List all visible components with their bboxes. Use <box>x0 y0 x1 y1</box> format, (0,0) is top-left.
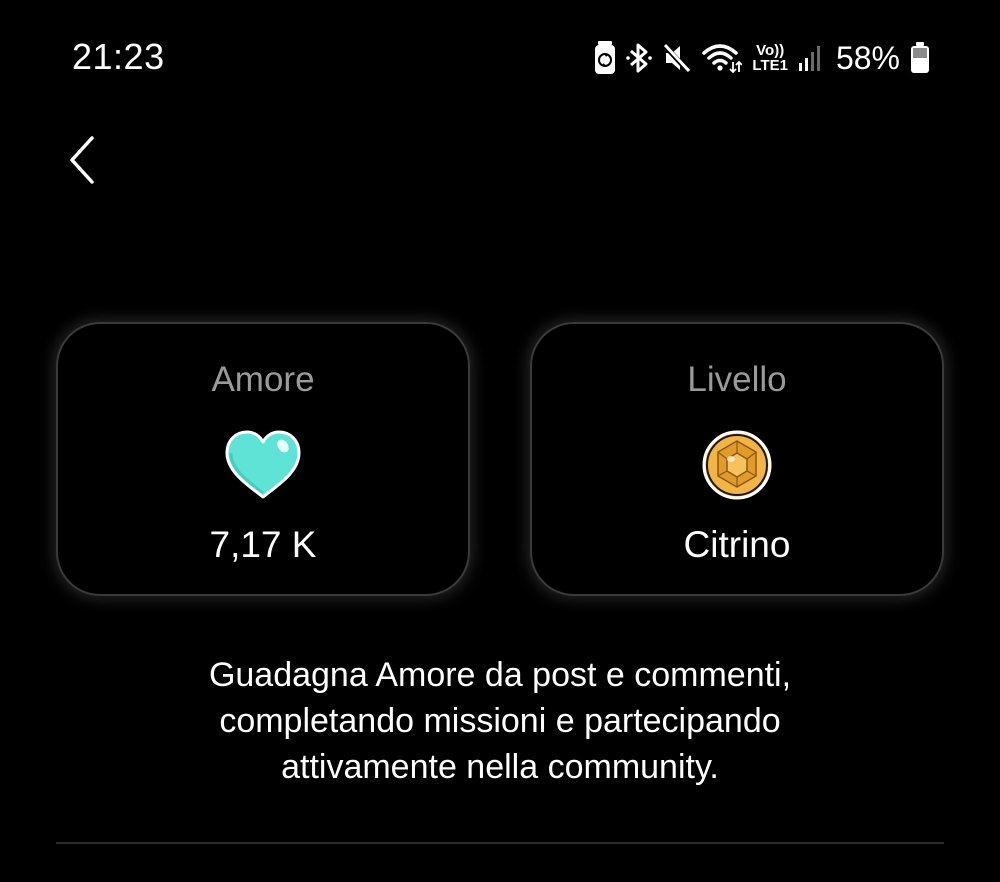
mute-icon <box>662 41 692 75</box>
volte-lte1-icon: Vo)) LTE1 <box>752 43 788 73</box>
battery-percent: 58% <box>835 39 900 76</box>
level-value: Citrino <box>683 524 791 565</box>
battery-icon <box>910 41 930 75</box>
back-button[interactable] <box>54 128 110 192</box>
volte-label: Vo)) <box>756 42 785 59</box>
love-card-title: Amore <box>211 360 315 399</box>
divider <box>56 842 944 844</box>
description-line-2: completando missioni e partecipando <box>219 702 781 740</box>
citrine-gem-icon <box>697 428 777 502</box>
status-bar: 21:23 Vo)) LTE1 58% <box>0 0 1000 110</box>
lte-label: LTE1 <box>752 57 788 74</box>
battery-saver-icon <box>594 41 616 75</box>
heart-icon <box>223 428 303 502</box>
status-icons: Vo)) LTE1 58% <box>594 36 930 80</box>
description-line-1: Guadagna Amore da post e commenti, <box>208 656 792 694</box>
love-card[interactable]: Amore 7,17 K <box>56 322 470 596</box>
love-description: Guadagna Amore da post e commenti, compl… <box>100 652 900 790</box>
description-line-3: attivamente nella community. <box>281 748 719 786</box>
level-card-title: Livello <box>687 360 787 399</box>
wifi-icon <box>702 41 743 75</box>
clock: 21:23 <box>72 36 165 77</box>
chevron-left-icon <box>70 136 94 184</box>
signal-icon <box>798 41 822 75</box>
level-card[interactable]: Livello Citrino <box>530 322 944 596</box>
bluetooth-icon <box>626 41 653 75</box>
love-value: 7,17 K <box>209 524 317 565</box>
